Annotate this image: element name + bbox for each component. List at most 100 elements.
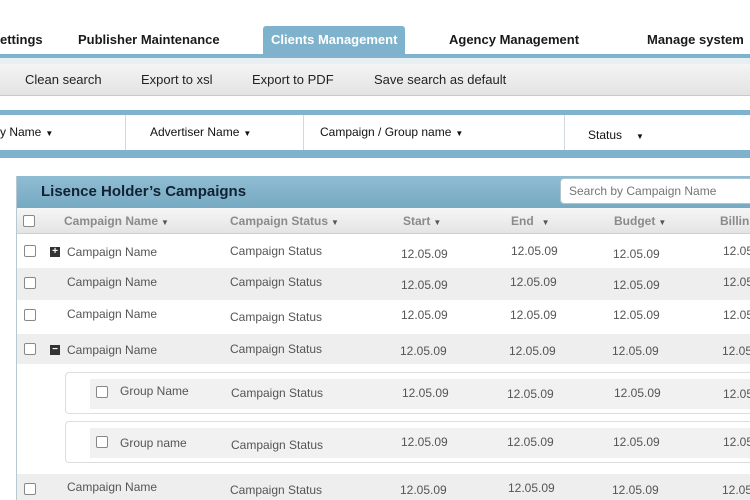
group-row[interactable]: Group Name Campaign Status 12.05.09 12.0…: [90, 379, 750, 409]
column-label: Campaign Name: [64, 214, 159, 228]
group-row[interactable]: Group name Campaign Status 12.05.09 12.0…: [90, 428, 750, 458]
column-billing[interactable]: Billin: [720, 214, 749, 228]
column-label: Budget: [614, 214, 656, 228]
column-label: Billin: [720, 214, 750, 228]
tab-agency-management[interactable]: Agency Management: [449, 26, 579, 54]
end-date: 12.05.09: [510, 308, 557, 322]
export-xsl-button[interactable]: Export to xsl: [141, 72, 213, 87]
campaign-search-input[interactable]: [560, 178, 750, 204]
group-checkbox[interactable]: [96, 436, 108, 448]
column-label: Start: [403, 214, 431, 228]
sort-icon: ▼: [161, 218, 169, 227]
filter-status[interactable]: Status ▼: [588, 118, 644, 153]
filter-advertiser-name-label: Advertiser Name: [150, 125, 240, 139]
nav-underline: [0, 54, 750, 64]
filter-advertiser-name[interactable]: Advertiser Name ▼: [150, 115, 251, 150]
budget-value: 12.05.09: [612, 344, 659, 358]
campaign-name[interactable]: Campaign Name: [67, 275, 157, 289]
billing-value: 12.05: [722, 344, 750, 358]
sort-icon: ▼: [541, 218, 550, 227]
tab-publisher-maintenance[interactable]: Publisher Maintenance: [78, 26, 220, 54]
filter-bar: y Name ▼ Advertiser Name ▼ Campaign / Grou…: [0, 110, 750, 158]
filter-campaign-group-label: Campaign / Group name: [320, 125, 452, 139]
tab-settings[interactable]: ettings: [0, 26, 43, 54]
group-checkbox[interactable]: [96, 386, 108, 398]
column-start[interactable]: Start ▼: [403, 214, 441, 228]
start-date: 12.05.09: [401, 247, 448, 261]
budget-value: 12.05.09: [613, 247, 660, 261]
column-budget[interactable]: Budget ▼: [614, 214, 666, 228]
budget-value: 12.05.09: [614, 386, 661, 400]
table-row[interactable]: + Campaign Name Campaign Status 12.05.09…: [17, 236, 750, 268]
save-search-default-button[interactable]: Save search as default: [374, 72, 506, 87]
group-status: Campaign Status: [231, 438, 324, 452]
filter-agency-name[interactable]: y Name ▼: [0, 115, 53, 150]
filter-divider: [303, 115, 304, 150]
start-date: 12.05.09: [401, 308, 448, 322]
column-campaign-name[interactable]: Campaign Name ▼: [64, 214, 169, 228]
table-row[interactable]: Campaign Name Campaign Status 12.05.09 1…: [17, 300, 750, 334]
export-pdf-button[interactable]: Export to PDF: [252, 72, 334, 87]
billing-value: 12.05: [723, 387, 750, 401]
filter-campaign-group-name[interactable]: Campaign / Group name ▼: [320, 115, 463, 150]
billing-value: 12.05: [723, 435, 750, 449]
group-status: Campaign Status: [231, 386, 324, 400]
end-date: 12.05.09: [510, 275, 557, 289]
campaign-name[interactable]: Campaign Name: [67, 245, 157, 259]
row-checkbox[interactable]: [24, 277, 36, 289]
start-date: 12.05.09: [400, 483, 447, 497]
start-date: 12.05.09: [402, 386, 449, 400]
budget-value: 12.05.09: [612, 483, 659, 497]
start-date: 12.05.09: [401, 435, 448, 449]
end-date: 12.05.09: [509, 344, 556, 358]
filter-divider: [564, 115, 565, 150]
group-name[interactable]: Group name: [120, 436, 187, 450]
column-end[interactable]: End ▼: [511, 214, 550, 228]
sort-icon: ▼: [433, 218, 442, 227]
expand-icon[interactable]: +: [50, 247, 60, 257]
row-checkbox[interactable]: [24, 483, 36, 495]
billing-value: 12.05: [722, 483, 750, 497]
group-name[interactable]: Group Name: [120, 384, 189, 398]
column-label: End: [511, 214, 534, 228]
filter-status-label: Status: [588, 128, 623, 142]
table-row[interactable]: Campaign Name Campaign Status 12.05.09 1…: [17, 474, 750, 500]
chevron-down-icon: ▼: [636, 132, 644, 141]
collapse-icon[interactable]: −: [50, 345, 60, 355]
row-checkbox[interactable]: [24, 343, 36, 355]
campaign-name[interactable]: Campaign Name: [67, 343, 157, 357]
group-row-container: Group Name Campaign Status 12.05.09 12.0…: [65, 372, 750, 414]
end-date: 12.05.09: [508, 481, 555, 495]
panel-title: Lisence Holder’s Campaigns: [41, 183, 247, 200]
group-row-container: Group name Campaign Status 12.05.09 12.0…: [65, 421, 750, 463]
campaign-status: Campaign Status: [230, 275, 323, 289]
end-date: 12.05.09: [507, 387, 554, 401]
sort-icon: ▼: [658, 218, 667, 227]
campaign-name[interactable]: Campaign Name: [67, 307, 157, 321]
panel-header: Lisence Holder’s Campaigns: [17, 176, 750, 208]
tab-manage-system[interactable]: Manage system: [647, 26, 744, 54]
column-campaign-status[interactable]: Campaign Status ▼: [230, 214, 339, 228]
chevron-down-icon: ▼: [455, 129, 464, 138]
filter-divider: [125, 115, 126, 150]
row-checkbox[interactable]: [24, 309, 36, 321]
table-row[interactable]: − Campaign Name Campaign Status 12.05.09…: [17, 334, 750, 364]
campaign-status: Campaign Status: [230, 342, 323, 356]
table-row[interactable]: Campaign Name Campaign Status 12.05.09 1…: [17, 268, 750, 300]
billing-value: 12.05: [723, 244, 750, 258]
main-navigation: ettings Publisher Maintenance Clients Ma…: [0, 0, 750, 54]
billing-value: 12.05: [723, 275, 750, 289]
campaign-status: Campaign Status: [230, 310, 323, 324]
clean-search-button[interactable]: Clean search: [25, 72, 102, 87]
tab-clients-management[interactable]: Clients Management: [263, 26, 406, 54]
select-all-checkbox[interactable]: [23, 215, 35, 227]
start-date: 12.05.09: [401, 278, 448, 292]
end-date: 12.05.09: [507, 435, 554, 449]
campaign-name[interactable]: Campaign Name: [67, 480, 157, 494]
budget-value: 12.05.09: [613, 435, 660, 449]
chevron-down-icon: ▼: [243, 129, 252, 138]
row-checkbox[interactable]: [24, 245, 36, 257]
filter-agency-name-label: y Name: [0, 125, 42, 139]
toolbar: Clean search Export to xsl Export to PDF…: [0, 64, 750, 96]
campaign-status: Campaign Status: [230, 244, 323, 258]
